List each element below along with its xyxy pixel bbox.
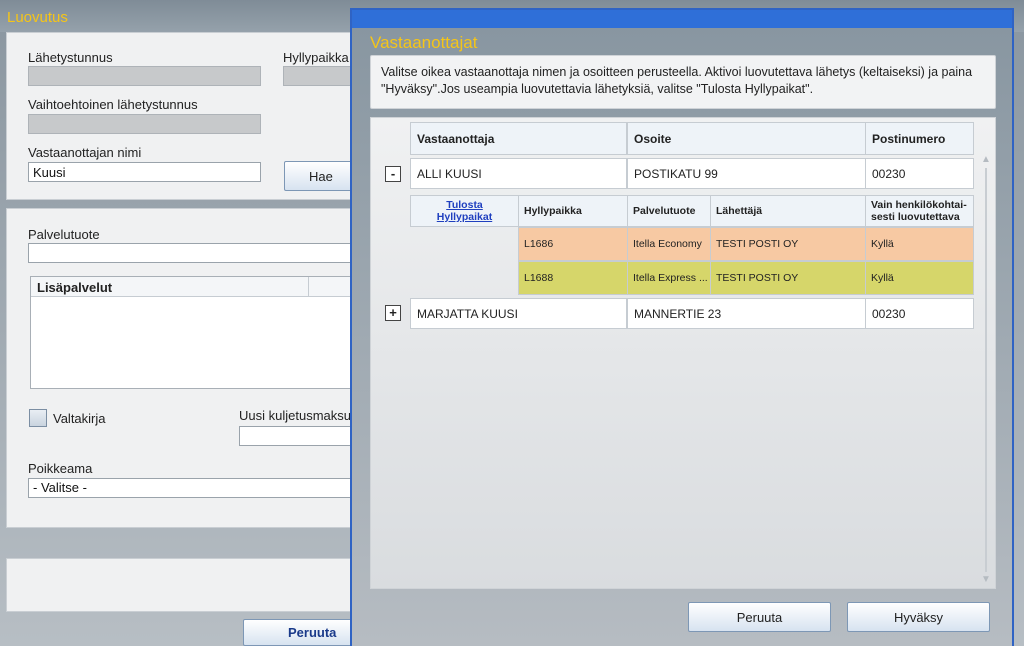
vastaanottajat-dialog: Vastaanottajat Valitse oikea vastaanotta…	[350, 8, 1014, 646]
lahetystunnus-field[interactable]	[28, 66, 261, 86]
shipment-row-shelf[interactable]: L1688	[518, 261, 628, 295]
recipient-address[interactable]: MANNERTIE 23	[627, 298, 866, 329]
sub-header-personal: Vain henkilökohtai-sesti luovutettava	[865, 195, 974, 227]
collapse-toggle[interactable]: -	[385, 166, 401, 182]
palvelutuote-label: Palvelutuote	[28, 227, 100, 242]
column-header-recipient: Vastaanottaja	[410, 122, 627, 155]
recipient-postal[interactable]: 00230	[865, 298, 974, 329]
background-cancel-button[interactable]: Peruuta	[243, 619, 355, 646]
lisapalvelut-list[interactable]: Lisäpalvelut	[30, 276, 356, 389]
accept-button[interactable]: Hyväksy	[847, 602, 990, 632]
vastaanottajan-nimi-field[interactable]	[28, 162, 261, 182]
table-scrollbar[interactable]: ▲ ▼	[981, 154, 991, 586]
dialog-cancel-button[interactable]: Peruuta	[688, 602, 831, 632]
scroll-up-icon[interactable]: ▲	[981, 154, 991, 166]
shipment-row-shelf[interactable]: L1686	[518, 227, 628, 261]
valtakirja-label: Valtakirja	[53, 411, 106, 426]
print-shelves-header-cell: Tulosta Hyllypaikat	[410, 195, 519, 227]
luovutus-title: Luovutus	[7, 9, 68, 26]
recipient-name[interactable]: MARJATTA KUUSI	[410, 298, 627, 329]
column-header-postal: Postinumero	[865, 122, 974, 155]
scroll-down-icon[interactable]: ▼	[981, 574, 991, 586]
lahetystunnus-label: Lähetystunnus	[28, 50, 113, 65]
expand-toggle[interactable]: +	[385, 305, 401, 321]
sub-header-sender: Lähettäjä	[710, 195, 866, 227]
hyllypaikka-label: Hyllypaikka	[283, 50, 349, 65]
sub-header-shelf: Hyllypaikka	[518, 195, 628, 227]
recipients-table: Vastaanottaja Osoite Postinumero - ALLI …	[370, 117, 996, 589]
dialog-title: Vastaanottajat	[370, 33, 478, 52]
valtakirja-checkbox[interactable]	[29, 409, 47, 427]
recipient-name[interactable]: ALLI KUUSI	[410, 158, 627, 189]
recipient-postal[interactable]: 00230	[865, 158, 974, 189]
poikkeama-select[interactable]: - Valitse -	[28, 478, 358, 498]
shipment-row-service[interactable]: Itella Express ...	[627, 261, 711, 295]
uusi-kuljetusmaksu-field[interactable]	[239, 426, 357, 446]
lisapalvelut-header-divider	[308, 277, 309, 297]
palvelutuote-field[interactable]	[28, 243, 358, 263]
scroll-track[interactable]	[985, 168, 987, 572]
vastaanottajan-nimi-label: Vastaanottajan nimi	[28, 145, 142, 160]
shipment-row-sender[interactable]: TESTI POSTI OY	[710, 261, 866, 295]
search-button[interactable]: Hae	[284, 161, 356, 191]
shipment-row-sender[interactable]: TESTI POSTI OY	[710, 227, 866, 261]
recipient-address[interactable]: POSTIKATU 99	[627, 158, 866, 189]
print-shelves-link[interactable]: Tulosta Hyllypaikat	[435, 199, 495, 223]
shipment-row-personal[interactable]: Kyllä	[865, 261, 974, 295]
dialog-top-strip	[352, 10, 1012, 28]
column-header-address: Osoite	[627, 122, 866, 155]
shipment-row-service[interactable]: Itella Economy	[627, 227, 711, 261]
vaihtoehtoinen-label: Vaihtoehtoinen lähetystunnus	[28, 97, 198, 112]
hyllypaikka-field[interactable]	[283, 66, 351, 86]
footer-panel	[6, 558, 356, 612]
sub-header-service: Palvelutuote	[627, 195, 711, 227]
dialog-instructions: Valitse oikea vastaanottaja nimen ja oso…	[370, 55, 996, 109]
shipment-row-personal[interactable]: Kyllä	[865, 227, 974, 261]
poikkeama-label: Poikkeama	[28, 461, 93, 476]
lisapalvelut-header: Lisäpalvelut	[31, 277, 355, 297]
uusi-kuljetusmaksu-label: Uusi kuljetusmaksu	[239, 408, 351, 423]
vaihtoehtoinen-field[interactable]	[28, 114, 261, 134]
